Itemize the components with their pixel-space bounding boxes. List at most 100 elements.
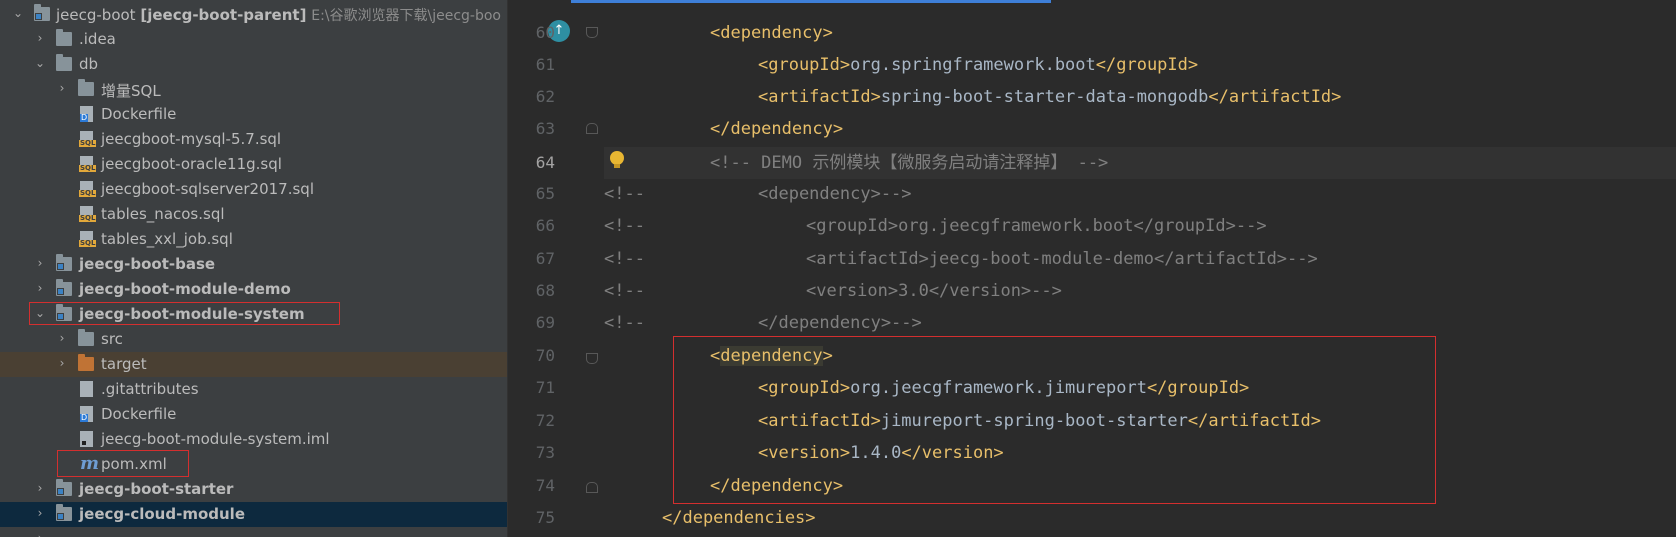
tree-root-module: [jeecg-boot-parent] (140, 6, 307, 24)
sql-file-icon (79, 181, 97, 197)
tree-item-incremental-sql[interactable]: › 增量SQL (0, 77, 507, 102)
chevron-right-icon[interactable]: › (34, 281, 46, 295)
fold-marker-icon[interactable] (586, 353, 598, 364)
comment-prefix: <!-- (604, 216, 645, 236)
comment-prefix: <!-- (604, 281, 645, 301)
line-number: 70 (535, 346, 555, 365)
module-folder-icon (56, 254, 72, 271)
tree-item-iml[interactable]: jeecg-boot-module-system.iml (0, 427, 507, 452)
xml-tag: <groupId> (758, 55, 851, 75)
fold-marker-icon[interactable] (586, 27, 598, 38)
tree-item-label: jeecgboot-sqlserver2017.sql (101, 180, 314, 198)
folder-icon (78, 79, 94, 96)
tree-item-idea[interactable]: › .idea (0, 27, 507, 52)
line-number: 60 (535, 23, 555, 42)
code-line[interactable]: </dependencies> (662, 502, 816, 534)
chevron-right-icon[interactable]: › (56, 356, 68, 370)
sql-file-icon (79, 206, 97, 222)
chevron-down-icon[interactable]: ⌄ (34, 56, 46, 70)
code-line[interactable]: <!-- <artifactId>jeecg-boot-module-demo</… (604, 243, 1318, 275)
line-number: 69 (535, 313, 555, 332)
comment-prefix: <!-- (604, 249, 645, 269)
intention-bulb-icon[interactable] (610, 151, 624, 168)
tree-item-label: jeecg-boot-module-demo (79, 280, 291, 298)
tree-item-label: tables_nacos.sql (101, 205, 225, 223)
sql-file-icon (79, 131, 97, 147)
chevron-right-icon[interactable]: › (34, 256, 46, 270)
tree-root-path: E:\谷歌浏览器下载\jeecg-boo (311, 8, 501, 24)
code-line[interactable]: <!-- DEMO 示例模块【微服务启动请注释掉】 --> (710, 147, 1108, 179)
xml-tag: </groupId> (1095, 55, 1199, 75)
tree-item-cut-off[interactable]: › (0, 527, 507, 537)
chevron-right-icon[interactable]: › (34, 31, 46, 45)
tree-item-jeecg-boot-starter[interactable]: › jeecg-boot-starter (0, 477, 507, 502)
tree-item-label: jeecg-boot-starter (79, 480, 234, 498)
tree-item-label: .gitattributes (101, 380, 199, 398)
module-folder-icon (56, 279, 72, 296)
code-line[interactable]: <!-- </dependency>--> (604, 307, 922, 339)
line-number: 67 (535, 249, 555, 268)
tree-item-src[interactable]: › src (0, 327, 507, 352)
tree-item-jeecg-cloud-module[interactable]: › jeecg-cloud-module (0, 502, 507, 527)
code-line[interactable]: <!-- <dependency>--> (604, 178, 912, 210)
folder-icon (56, 54, 72, 71)
tree-item-label: jeecgboot-mysql-5.7.sql (101, 130, 282, 148)
code-line[interactable]: <groupId>org.springframework.boot</group… (758, 49, 1198, 81)
xml-tag: <dependency> (710, 23, 833, 43)
comment-prefix: <!-- (604, 313, 645, 333)
tree-root-name: jeecg-boot (56, 6, 136, 24)
tree-item-dockerfile[interactable]: Dockerfile (0, 102, 507, 127)
tree-item-label: tables_xxl_job.sql (101, 230, 233, 248)
fold-marker-icon[interactable] (586, 482, 598, 493)
fold-marker-icon[interactable] (586, 123, 598, 134)
tree-item-label: Dockerfile (101, 105, 177, 123)
comment-text: <dependency>--> (758, 184, 912, 204)
chevron-down-icon[interactable]: ⌄ (12, 6, 24, 20)
code-line[interactable]: </dependency> (710, 113, 843, 145)
progress-bar (571, 0, 1051, 3)
chevron-right-icon[interactable]: › (34, 531, 46, 537)
code-line[interactable]: <!-- <groupId>org.jeecgframework.boot</gr… (604, 210, 1267, 242)
tree-item-mysql-sql[interactable]: jeecgboot-mysql-5.7.sql (0, 127, 507, 152)
tree-item-db[interactable]: ⌄ db (0, 52, 507, 77)
docker-file-icon (80, 106, 93, 122)
line-number: 73 (535, 443, 555, 462)
tree-item-label: jeecg-boot-module-system.iml (101, 430, 330, 448)
line-number: 61 (535, 55, 555, 74)
code-line[interactable]: <!-- <version>3.0</version>--> (604, 275, 1062, 307)
comment-text: <version>3.0</version>--> (806, 281, 1062, 301)
chevron-right-icon[interactable]: › (34, 481, 46, 495)
chevron-right-icon[interactable]: › (56, 331, 68, 345)
code-line[interactable]: <artifactId>spring-boot-starter-data-mon… (758, 81, 1341, 113)
project-tree-panel: ⌄ jeecg-boot [jeecg-boot-parent] E:\谷歌浏览… (0, 0, 507, 537)
line-number: 72 (535, 411, 555, 430)
tree-item-dockerfile-system[interactable]: Dockerfile (0, 402, 507, 427)
tree-item-nacos-sql[interactable]: tables_nacos.sql (0, 202, 507, 227)
tree-item-label: .idea (79, 30, 116, 48)
highlight-box-pom-xml (57, 450, 189, 477)
tree-item-jeecg-boot-base[interactable]: › jeecg-boot-base (0, 252, 507, 277)
iml-file-icon (80, 431, 93, 447)
tree-item-label: src (101, 330, 123, 348)
excluded-folder-icon (78, 354, 94, 371)
line-number: 71 (535, 378, 555, 397)
code-value: spring-boot-starter-data-mongodb (880, 87, 1209, 107)
chevron-right-icon[interactable]: › (34, 506, 46, 520)
docker-file-icon (80, 406, 93, 422)
tree-item-oracle-sql[interactable]: jeecgboot-oracle11g.sql (0, 152, 507, 177)
line-number: 68 (535, 281, 555, 300)
tree-item-jeecg-boot-module-demo[interactable]: › jeecg-boot-module-demo (0, 277, 507, 302)
tree-root[interactable]: ⌄ jeecg-boot [jeecg-boot-parent] E:\谷歌浏览… (0, 2, 507, 27)
tree-item-target[interactable]: › target (0, 352, 507, 377)
tree-item-label: Dockerfile (101, 405, 177, 423)
tree-item-xxl-job-sql[interactable]: tables_xxl_job.sql (0, 227, 507, 252)
comment-text: <artifactId>jeecg-boot-module-demo</arti… (806, 249, 1318, 269)
highlight-box-jimureport-dependency (673, 336, 1436, 504)
tree-item-label: jeecgboot-oracle11g.sql (101, 155, 282, 173)
tree-item-sqlserver-sql[interactable]: jeecgboot-sqlserver2017.sql (0, 177, 507, 202)
tree-item-gitattributes[interactable]: .gitattributes (0, 377, 507, 402)
chevron-right-icon[interactable]: › (56, 81, 68, 95)
code-line[interactable]: <dependency> (710, 17, 833, 49)
xml-tag: </artifactId> (1208, 87, 1342, 107)
xml-tag: </dependencies> (662, 508, 816, 528)
